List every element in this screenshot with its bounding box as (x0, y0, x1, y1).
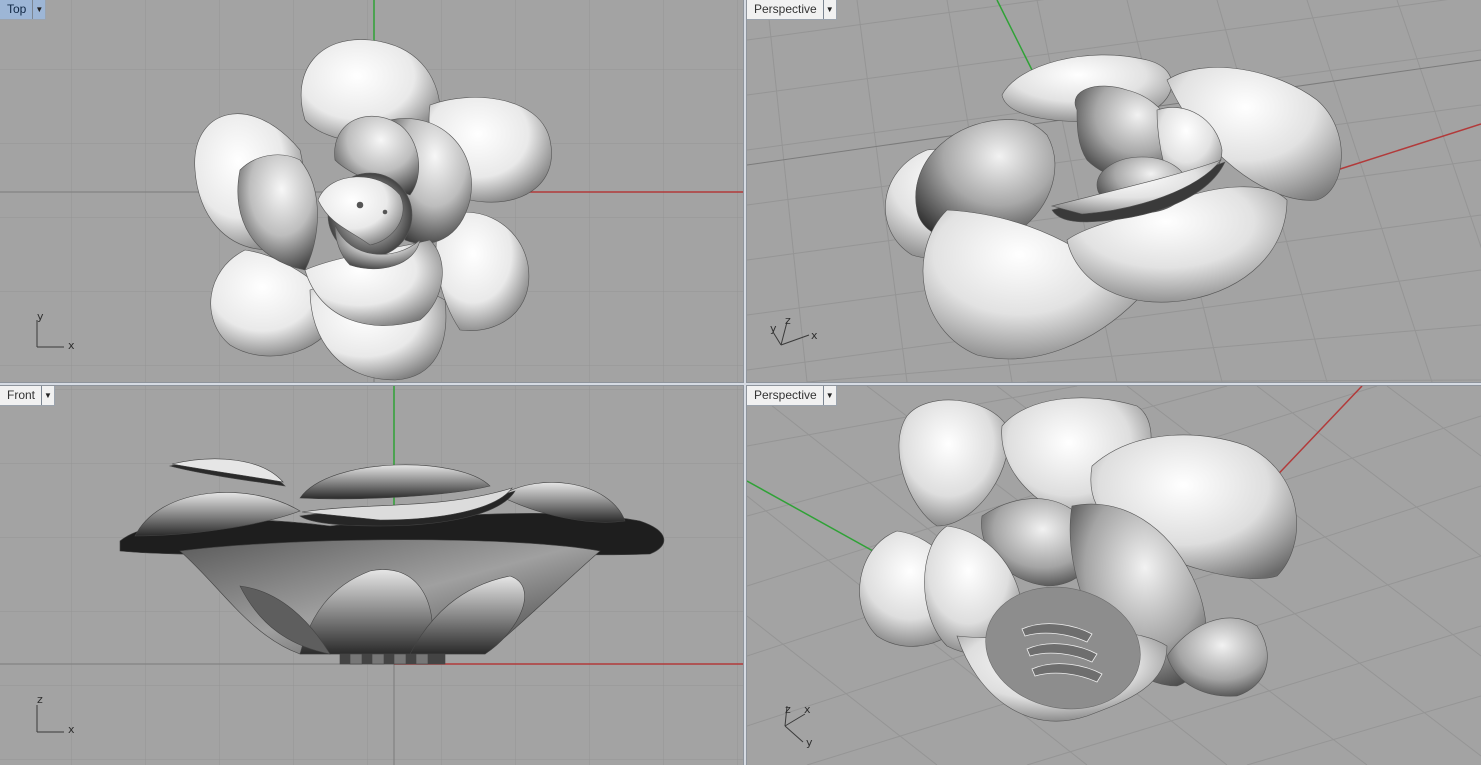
axis-label-y: y (770, 322, 777, 335)
y-axis-line (747, 480, 883, 557)
axis-label-x: x (811, 329, 818, 342)
dropdown-arrow-icon[interactable]: ▼ (822, 386, 836, 405)
axis-label-x: x (68, 339, 75, 352)
axis-label-x: x (68, 723, 75, 736)
rose-model-perspective-bottom[interactable] (859, 397, 1297, 723)
viewport-tab-front[interactable]: Front ▼ (0, 386, 56, 406)
perspective-view-canvas[interactable] (747, 0, 1481, 382)
viewport-perspective-1[interactable]: Perspective ▼ y z x (746, 0, 1481, 383)
viewport-title: Top (7, 2, 27, 16)
top-view-canvas[interactable] (0, 0, 743, 382)
axis-label-x: x (804, 703, 811, 716)
rose-model-perspective[interactable] (885, 54, 1342, 360)
axis-label-y: y (37, 310, 44, 323)
axis-label-z: z (785, 703, 791, 716)
axis-label-z: z (37, 693, 43, 706)
viewport-title: Perspective (754, 2, 817, 16)
axis-label-y: y (806, 736, 813, 749)
viewport-tab-perspective-1[interactable]: Perspective ▼ (747, 0, 837, 20)
viewport-perspective-2[interactable]: Perspective ▼ z x y (746, 385, 1481, 765)
x-axis-line (1266, 386, 1363, 487)
viewport-title: Front (7, 388, 36, 402)
dropdown-arrow-icon[interactable]: ▼ (41, 386, 54, 405)
y-axis-line (996, 0, 1038, 81)
viewport-top[interactable]: Top ▼ y x (0, 0, 744, 383)
viewport-tab-top[interactable]: Top ▼ (0, 0, 47, 20)
viewport-front[interactable]: Front ▼ z x (0, 385, 744, 765)
front-view-canvas[interactable] (0, 386, 743, 765)
dropdown-arrow-icon[interactable]: ▼ (32, 0, 45, 19)
dropdown-arrow-icon[interactable]: ▼ (822, 0, 836, 19)
axis-icon-perspective-1 (772, 321, 810, 346)
perspective-view-canvas[interactable] (747, 386, 1481, 765)
viewport-tab-perspective-2[interactable]: Perspective ▼ (747, 386, 837, 406)
axis-label-z: z (785, 314, 791, 327)
viewport-title: Perspective (754, 388, 817, 402)
